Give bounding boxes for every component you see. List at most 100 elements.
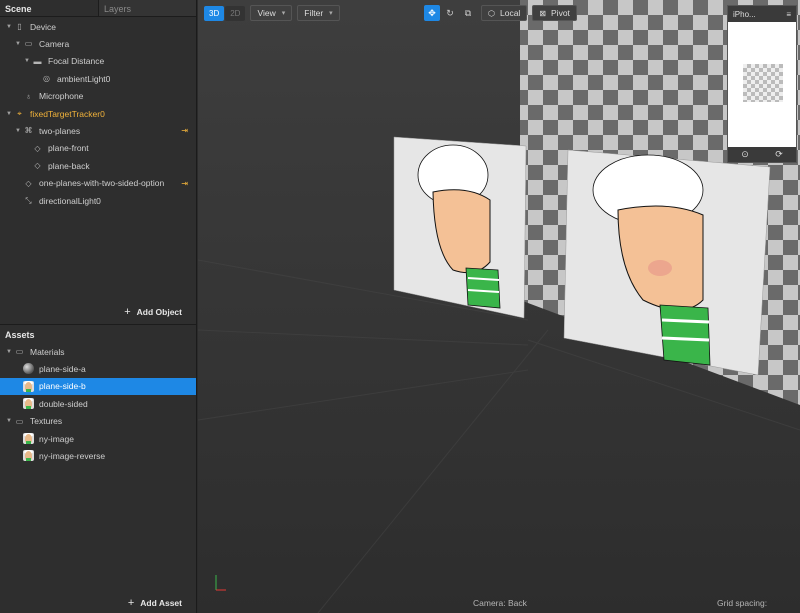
chevron-down-icon: ▾ (329, 10, 333, 17)
scene_tree-item[interactable]: ▼ ▬ Focal Distance (0, 53, 196, 70)
move-tool-icon[interactable]: ✥ (424, 5, 440, 21)
plane-icon: ◇ (34, 161, 41, 171)
assets_tree-item[interactable]: plane-side-b (0, 377, 196, 395)
chevron-down-icon: ▾ (281, 10, 286, 17)
left-panel: Scene Layers ▼ ▯ Device ▼ ▭ Camera ▼ ▬ Focal Dis… (0, 0, 197, 613)
local-toggle-button[interactable]: ⬡ Local (481, 5, 528, 21)
folder-icon: ▭ (15, 416, 24, 426)
device-preview-header: iPho... ≡ (728, 6, 796, 22)
scene_tree-item[interactable]: ◇ one-planes-with-two-sided-option ⇥ (0, 175, 196, 192)
capture-icon[interactable]: ⊙ (741, 149, 749, 160)
scene_tree-item[interactable]: ▼ ▭ Camera (0, 35, 196, 52)
focal-distance-icon: ▬ (33, 56, 42, 66)
null-object-icon: ⌘ (24, 126, 33, 136)
device-selector[interactable]: iPho... (733, 10, 756, 19)
caret-down-icon[interactable]: ▼ (4, 349, 14, 355)
view-dropdown[interactable]: View ▾ (250, 5, 293, 21)
scale-tool-icon[interactable]: ⧉ (460, 5, 476, 21)
scene_tree-item-label: plane-front (48, 143, 89, 154)
assets-header: Assets (0, 324, 196, 342)
filter-dropdown[interactable]: Filter ▾ (297, 5, 340, 21)
caret-down-icon[interactable]: ▼ (4, 24, 14, 30)
scene_tree-item[interactable]: ◇ plane-back (0, 157, 196, 174)
device-preview-footer: ⊙ ⟳ (728, 147, 796, 162)
scene_tree-item-label: Camera (39, 38, 70, 49)
scene_tree-item[interactable]: ▼ ⌖ fixedTargetTracker0 (0, 105, 196, 122)
texture-image-icon (23, 433, 34, 444)
scene_tree-item[interactable]: ▼ ⌘ two-planes ⇥ (0, 122, 196, 139)
scene_tree-item[interactable]: ◎ ambientLight0 (0, 70, 196, 87)
add-object-label: Add Object (136, 307, 182, 317)
scene_tree-item[interactable]: ◇ plane-front (0, 140, 196, 157)
directional-light-icon: ⤡ (25, 195, 32, 205)
tab-scene[interactable]: Scene (0, 0, 98, 16)
grid-spacing-label: Grid spacing: (717, 598, 768, 608)
assets_tree-item-label: Textures (30, 416, 63, 427)
device-preview[interactable]: iPho... ≡ ⊙ ⟳ (727, 5, 797, 163)
add-asset-label: Add Asset (140, 598, 182, 608)
view-label: View (257, 8, 276, 18)
scene-viewport[interactable]: 3D 2D View ▾ Filter ▾ ✥ ↻ ⧉ ⬡ Local ⊠ Pi… (198, 0, 800, 613)
assets_tree-item[interactable]: ny-image (0, 430, 196, 447)
plus-icon: + (124, 306, 131, 318)
caret-down-icon[interactable]: ▼ (4, 111, 14, 117)
mode-2d-button[interactable]: 2D (225, 5, 246, 21)
assets_tree-item-label: ny-image-reverse (39, 450, 106, 461)
pivot-toggle-button[interactable]: ⊠ Pivot (532, 5, 577, 21)
camera-status: Camera: Back (473, 598, 527, 608)
scene_tree-item[interactable]: ⤡ directionalLight0 (0, 192, 196, 209)
scene_tree-item-label: Focal Distance (48, 56, 105, 67)
assets_tree-item-label: ny-image (39, 433, 74, 444)
caret-down-icon[interactable]: ▼ (22, 58, 32, 64)
device-preview-image (743, 64, 783, 102)
scene_tree-item[interactable]: ♁ Microphone (0, 88, 196, 105)
plus-icon: + (127, 597, 135, 609)
scene_tree-item[interactable]: ▼ ▯ Device (0, 18, 196, 35)
caret-down-icon[interactable]: ▼ (13, 41, 23, 47)
microphone-icon: ♁ (25, 91, 32, 101)
texture-image-icon (23, 450, 34, 462)
folder-icon: ▭ (15, 347, 24, 356)
scene_tree-item-label: Microphone (39, 91, 84, 102)
rotate-device-icon[interactable]: ⟳ (775, 149, 783, 160)
assets_tree-item[interactable]: double-sided (0, 395, 196, 412)
assets_tree-item-label: Materials (30, 346, 65, 357)
ambient-light-icon: ◎ (43, 74, 50, 84)
add-object-button[interactable]: + Add Object (124, 306, 182, 318)
cube-icon: ⬡ (488, 8, 495, 18)
filter-label: Filter (304, 8, 324, 18)
plane-icon: ◇ (25, 178, 32, 188)
assets_tree-item[interactable]: ny-image-reverse (0, 447, 196, 464)
menu-icon[interactable]: ≡ (786, 10, 791, 19)
tracker-action-icon[interactable]: ⇥ (181, 126, 188, 135)
scene_tree-item-label: directionalLight0 (39, 195, 101, 206)
assets_tree-item[interactable]: ▼ ▭ Materials (0, 343, 196, 360)
viewport-scene-render (198, 0, 800, 613)
assets_tree-item[interactable]: plane-side-a (0, 360, 196, 377)
scene_tree-item-label: one-planes-with-two-sided-option (39, 178, 165, 189)
pivot-icon: ⊠ (539, 8, 547, 18)
assets_tree-item-label: double-sided (39, 398, 88, 409)
scene-tabbar: Scene Layers (0, 0, 196, 17)
assets_tree-item-label: plane-side-a (39, 363, 86, 374)
rotate-tool-icon[interactable]: ↻ (442, 5, 458, 21)
scene_tree-item-label: ambientLight0 (57, 73, 111, 84)
caret-down-icon[interactable]: ▼ (4, 418, 14, 424)
scene_tree-item-label: plane-back (48, 160, 90, 171)
pivot-label: Pivot (551, 8, 570, 18)
target-tracker-icon: ⌖ (17, 108, 22, 118)
viewport-toolbar-left: 3D 2D View ▾ Filter ▾ (204, 5, 340, 21)
scene_tree-item-label: fixedTargetTracker0 (30, 108, 105, 119)
mode-3d-button[interactable]: 3D (204, 5, 225, 21)
tracker-action-icon[interactable]: ⇥ (181, 179, 188, 188)
assets_tree-item[interactable]: ▼ ▭ Textures (0, 413, 196, 430)
scene_tree-item-label: Device (30, 21, 56, 32)
material-sphere-icon (23, 363, 34, 375)
tab-layers[interactable]: Layers (98, 0, 196, 16)
camera-icon: ▭ (24, 39, 33, 49)
device-icon: ▯ (17, 22, 22, 31)
material-image-icon (23, 380, 34, 392)
local-label: Local (499, 8, 521, 18)
add-asset-button[interactable]: + Add Asset (128, 597, 182, 609)
caret-down-icon[interactable]: ▼ (13, 128, 23, 134)
